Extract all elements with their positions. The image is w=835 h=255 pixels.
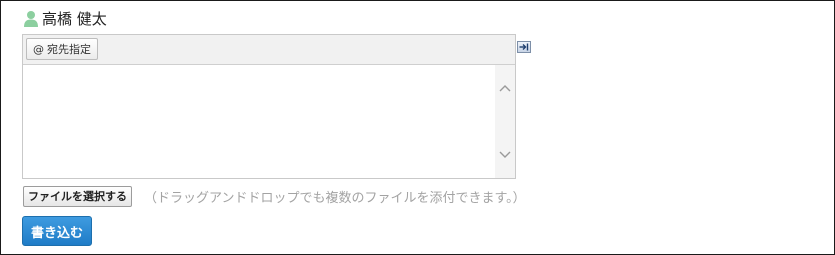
comment-editor: @ 宛先指定: [22, 34, 516, 179]
at-icon: @: [33, 42, 44, 56]
expand-arrow-icon[interactable]: [517, 41, 531, 53]
editor-scrollbar[interactable]: [495, 65, 515, 178]
submit-button[interactable]: 書き込む: [22, 216, 92, 246]
user-icon: [23, 10, 39, 28]
mention-button-label: 宛先指定: [47, 43, 91, 56]
drag-drop-hint: （ドラッグアンドドロップでも複数のファイルを添付できます。）: [144, 190, 526, 206]
attachment-row: ファイルを選択する （ドラッグアンドドロップでも複数のファイルを添付できます。）: [23, 185, 526, 207]
mention-button[interactable]: @ 宛先指定: [26, 38, 98, 60]
comment-textarea[interactable]: [23, 65, 515, 178]
chevron-down-icon[interactable]: [498, 148, 512, 162]
chevron-up-icon[interactable]: [498, 81, 512, 95]
comment-form: 高橋 健太 @ 宛先指定 ファイルを選択する （ドラッグアンドドロップでも複数の…: [0, 0, 835, 255]
choose-file-button[interactable]: ファイルを選択する: [23, 185, 132, 207]
editor-toolbar: @ 宛先指定: [23, 35, 515, 65]
author-name: 高橋 健太: [42, 10, 107, 28]
author-row: 高橋 健太: [23, 9, 107, 29]
